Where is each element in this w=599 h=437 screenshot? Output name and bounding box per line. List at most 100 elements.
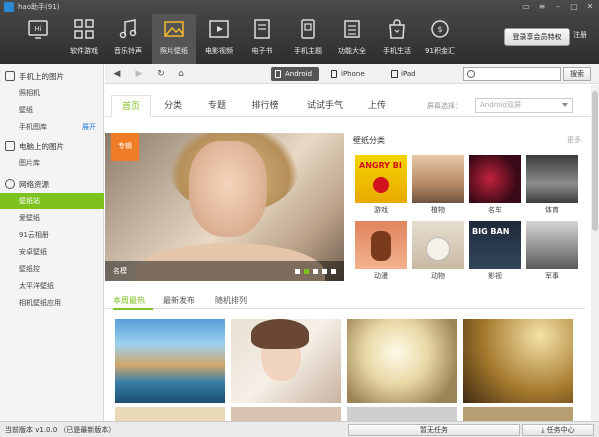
carousel-dot[interactable] [322, 269, 327, 274]
sidebar-section-pc[interactable]: 电脑上的图片 [0, 138, 104, 154]
toolbar-item-photos[interactable]: 照片壁纸 [152, 14, 196, 64]
device-tab-label: iPad [401, 70, 416, 78]
wallpaper-thumb[interactable] [231, 319, 341, 403]
sort-tab-random[interactable]: 随机排列 [215, 295, 247, 306]
carousel-dot[interactable] [331, 269, 336, 274]
search-button[interactable]: 搜索 [563, 67, 591, 81]
refresh-icon[interactable]: ↻ [155, 68, 167, 80]
app-logo-icon [4, 2, 14, 12]
device-tab-label: Android [285, 70, 313, 78]
tab-upload[interactable]: 上传 [357, 95, 397, 117]
wallpaper-thumb[interactable] [347, 407, 457, 421]
device-tab-android[interactable]: Android [271, 67, 319, 81]
banner-photo-face [189, 141, 267, 237]
device-tab-ipad[interactable]: iPad [387, 67, 427, 81]
wallpaper-thumb[interactable] [463, 319, 573, 403]
minimize-icon[interactable]: – [552, 1, 564, 13]
scrollbar-thumb[interactable] [592, 91, 598, 231]
sidebar-item-picture-library[interactable]: 图片库 [0, 155, 104, 171]
toolbar-item-music[interactable]: 音乐铃声 [106, 14, 150, 64]
sidebar-item-ai-wallpaper[interactable]: 爱壁纸 [0, 210, 104, 226]
search-field[interactable] [463, 67, 561, 81]
tab-category[interactable]: 分类 [153, 95, 193, 117]
tab-ranking[interactable]: 排行榜 [243, 95, 287, 117]
carousel-dot[interactable] [295, 269, 300, 274]
sidebar-section-phone[interactable]: 手机上的图片 [0, 68, 104, 84]
sidebar-item-label: 手机图库 [19, 123, 47, 131]
expand-link[interactable]: 展开 [82, 122, 96, 132]
close-icon[interactable]: ✕ [584, 1, 596, 13]
screen-select-dropdown[interactable]: Android双屏 [475, 98, 573, 113]
device-tab-iphone[interactable]: iPhone [327, 67, 375, 81]
sidebar-item-wallpaper[interactable]: 壁纸 [0, 102, 104, 118]
wallpaper-thumb[interactable] [231, 407, 341, 421]
toolbar-item-life[interactable]: 手机生活 [375, 14, 419, 64]
sidebar-item-label: 太平洋壁纸 [19, 282, 54, 290]
register-link[interactable]: 注册 [573, 30, 587, 40]
vip-login-button[interactable]: 登录享会员特权 [504, 28, 570, 46]
toolbar-item-theme[interactable]: 手机主题 [286, 14, 330, 64]
sidebar-item-label: 91云相册 [19, 231, 49, 239]
animal-icon [426, 237, 450, 261]
sidebar-item-wallpaper-fan[interactable]: 壁纸控 [0, 261, 104, 277]
tab-home[interactable]: 首页 [111, 95, 151, 117]
sidebar-item-pacific-wallpaper[interactable]: 太平洋壁纸 [0, 278, 104, 294]
sort-tabs: 本周最热 最新发布 随机排列 [105, 293, 585, 310]
tablet-icon [391, 70, 398, 78]
sidebar-item-camera-wallpaper-app[interactable]: 相机壁纸应用 [0, 295, 104, 311]
category-thumb-sports[interactable] [526, 155, 578, 203]
content-scrollbar[interactable] [591, 85, 599, 421]
skin-icon[interactable]: ▭ [520, 1, 532, 13]
wallpaper-thumb[interactable] [347, 319, 457, 403]
category-thumb-text: ANGRY BI [359, 161, 402, 170]
category-thumb-car[interactable] [469, 155, 521, 203]
wallpaper-thumb[interactable] [115, 407, 225, 421]
task-status-button[interactable]: 暂无任务 [348, 424, 520, 436]
toolbar-item-tools[interactable]: 功能大全 [330, 14, 374, 64]
sidebar-item-android-wallpaper[interactable]: 安卓壁纸 [0, 244, 104, 260]
address-bar: ◀ ▶ ↻ ⌂ Android iPhone iPad 搜索 [105, 64, 599, 84]
content-tabs: 首页 分类 专题 排行榜 试试手气 上传 屏幕选择： Android双屏 [105, 95, 591, 117]
wallpaper-thumb[interactable] [115, 319, 225, 403]
category-thumb-animal[interactable] [412, 221, 464, 269]
maximize-icon[interactable]: □ [568, 1, 580, 13]
sidebar-item-phone-gallery[interactable]: 手机图库 展开 [0, 119, 104, 135]
window-title: hao助手(91) [18, 3, 60, 11]
category-thumb-plant[interactable] [412, 155, 464, 203]
menu-icon[interactable]: ≡ [536, 1, 548, 13]
wallpaper-thumb[interactable] [463, 407, 573, 421]
toolbar-item-ebook[interactable]: 电子书 [240, 14, 284, 64]
toolbar-item-label: 91积金汇 [425, 47, 455, 55]
featured-banner[interactable]: 专辑 名模 [105, 133, 344, 281]
sidebar-item-camera[interactable]: 照相机 [0, 85, 104, 101]
category-thumb-military[interactable] [526, 221, 578, 269]
sort-tab-weekly-hot[interactable]: 本周最热 [113, 295, 153, 310]
sidebar-item-91-cloud-album[interactable]: 91云相册 [0, 227, 104, 243]
category-thumb-game[interactable]: ANGRY BI [355, 155, 407, 203]
carousel-dot[interactable] [304, 269, 309, 274]
home-icon[interactable]: ⌂ [175, 68, 187, 80]
title-bar: hao助手(91) ▭ ≡ – □ ✕ [0, 0, 599, 14]
toolbar-item-home[interactable]: Hi [16, 14, 60, 64]
wallpaper-photo-hair [251, 319, 309, 349]
sort-tab-latest[interactable]: 最新发布 [163, 295, 195, 306]
carousel-dot[interactable] [313, 269, 318, 274]
tab-lucky[interactable]: 试试手气 [297, 95, 353, 117]
category-thumb-anime[interactable] [355, 221, 407, 269]
sidebar-item-wallpaper-site[interactable]: 壁纸站 [0, 193, 104, 209]
search-input[interactable] [478, 69, 560, 80]
back-arrow-icon[interactable]: ◀ [111, 68, 123, 80]
shopping-bag-icon [389, 19, 405, 39]
banner-caption-bar: 名模 [105, 261, 344, 281]
task-center-button[interactable]: ⤓ 任务中心 [522, 424, 594, 436]
toolbar-item-video[interactable]: 电影视频 [197, 14, 241, 64]
toolbar-item-coins[interactable]: $ 91积金汇 [418, 14, 462, 64]
book-icon [254, 19, 270, 39]
toolbar-item-apps[interactable]: 软件游戏 [62, 14, 106, 64]
category-more-link[interactable]: 更多 [567, 135, 581, 145]
category-thumb-movie[interactable]: BIG BAN [469, 221, 521, 269]
category-label: 植物 [431, 206, 445, 214]
tab-topics[interactable]: 专题 [197, 95, 237, 117]
forward-arrow-icon[interactable]: ▶ [133, 68, 145, 80]
sidebar-section-network[interactable]: 网络资源 [0, 176, 104, 192]
